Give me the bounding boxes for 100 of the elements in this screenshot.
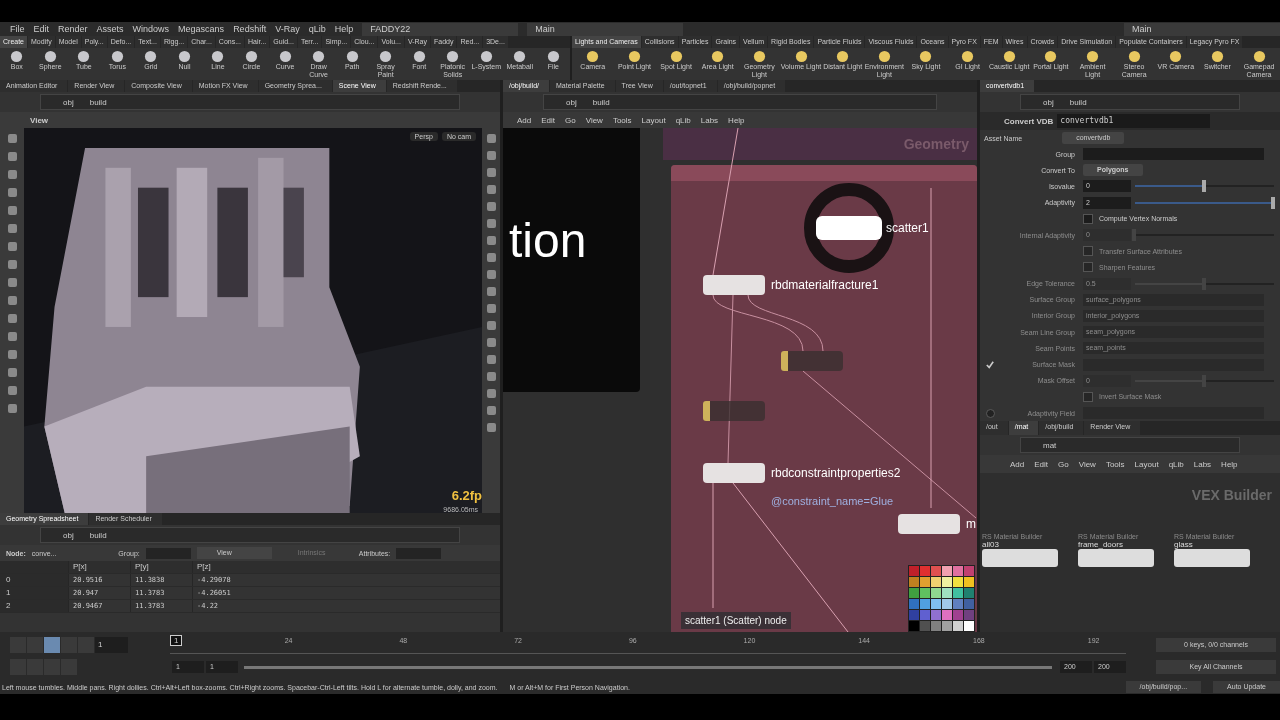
color-swatch[interactable] [942, 599, 952, 609]
menu-item[interactable]: Windows [132, 24, 170, 34]
color-swatch[interactable] [942, 577, 952, 587]
menu-item[interactable]: Redshift [233, 24, 267, 34]
ball-icon[interactable] [412, 50, 426, 63]
menu-item[interactable]: Labs [1193, 459, 1212, 469]
ball-icon[interactable] [669, 50, 683, 63]
menu-item[interactable]: Tools [1105, 459, 1125, 469]
ball-icon[interactable] [711, 50, 725, 63]
color-swatch[interactable] [920, 588, 930, 598]
ball-icon[interactable] [177, 50, 191, 63]
path-field[interactable]: obj build [1020, 94, 1240, 110]
slider-handle[interactable] [1271, 196, 1275, 209]
ball-icon[interactable] [479, 50, 493, 63]
path-field[interactable]: obj build [40, 527, 460, 543]
ball-icon[interactable] [77, 50, 91, 63]
ball-icon[interactable] [10, 50, 24, 63]
color-swatch[interactable] [942, 621, 952, 631]
color-swatch[interactable] [964, 588, 974, 598]
ball-icon[interactable] [1086, 50, 1099, 63]
ball-icon[interactable] [546, 50, 560, 63]
color-swatch[interactable] [942, 566, 952, 576]
node-label[interactable]: all03 [982, 540, 1058, 550]
color-swatch[interactable] [942, 610, 952, 620]
color-swatch[interactable] [964, 610, 974, 620]
ball-icon[interactable] [1252, 50, 1266, 63]
color-swatch[interactable] [920, 566, 930, 576]
node-name-field[interactable]: convertvdb1 [1057, 114, 1211, 128]
node-label[interactable]: rbdconstraintproperties2 [771, 466, 901, 480]
menu-item[interactable]: Labs [700, 115, 719, 125]
ball-icon[interactable] [961, 50, 975, 63]
color-swatch[interactable] [909, 610, 919, 620]
menu-item[interactable]: Help [728, 115, 745, 125]
color-swatch[interactable] [953, 566, 963, 576]
view-menu[interactable]: View [30, 115, 49, 125]
ball-icon[interactable] [312, 50, 326, 63]
node-label[interactable]: scatter1 [886, 221, 929, 235]
color-swatch[interactable] [964, 599, 974, 609]
menu-item[interactable]: Help [334, 24, 354, 34]
color-swatch[interactable] [953, 577, 963, 587]
network-node[interactable] [781, 351, 843, 371]
network-node[interactable] [898, 514, 960, 534]
menu-item[interactable]: Edit [541, 115, 556, 125]
ball-icon[interactable] [627, 50, 641, 63]
column-header[interactable]: P[z] [192, 561, 254, 573]
color-swatch[interactable] [953, 610, 963, 620]
desktop-menu[interactable]: Main [1124, 22, 1280, 36]
node-label[interactable]: m [966, 517, 976, 531]
ball-icon[interactable] [446, 50, 460, 63]
menu-item[interactable]: Edit [33, 24, 50, 34]
menu-item[interactable]: Go [565, 115, 576, 125]
material-node[interactable] [982, 549, 1058, 568]
ball-icon[interactable] [513, 50, 527, 63]
color-swatch[interactable] [953, 588, 963, 598]
menu-item[interactable]: File [10, 24, 25, 34]
color-swatch[interactable] [920, 621, 930, 631]
color-swatch[interactable] [942, 588, 952, 598]
menu-item[interactable]: Layout [641, 115, 666, 125]
color-swatch[interactable] [953, 599, 963, 609]
menu-item[interactable]: Render [58, 24, 88, 34]
node-label[interactable]: glass [1174, 540, 1250, 550]
path-field[interactable]: mat [1020, 437, 1240, 454]
ball-icon[interactable] [379, 50, 393, 63]
color-swatch[interactable] [964, 566, 974, 576]
material-node[interactable] [1078, 549, 1154, 568]
color-swatch[interactable] [953, 621, 963, 631]
menu-item[interactable]: Help [1221, 459, 1238, 469]
ball-icon[interactable] [1044, 50, 1058, 63]
path-field[interactable]: obj build [543, 94, 937, 110]
checkbox[interactable] [1083, 213, 1093, 224]
color-swatch[interactable] [920, 610, 930, 620]
ball-icon[interactable] [877, 50, 891, 63]
column-header[interactable]: P[y] [130, 561, 192, 573]
desktop-menu[interactable]: FADDY22 [362, 22, 519, 36]
menu-item[interactable]: Go [1058, 459, 1069, 469]
ball-icon[interactable] [245, 50, 258, 63]
color-swatch[interactable] [931, 610, 941, 620]
node-label[interactable]: rbdmaterialfracture1 [771, 278, 879, 292]
menu-item[interactable]: View [1078, 459, 1096, 469]
menu-item[interactable]: Edit [1034, 459, 1049, 469]
menu-item[interactable]: Layout [1134, 459, 1159, 469]
color-swatch[interactable] [931, 577, 941, 587]
menu-item[interactable]: Add [1010, 459, 1025, 469]
color-swatch[interactable] [964, 577, 974, 587]
ball-icon[interactable] [144, 50, 158, 63]
menu-item[interactable]: qLib [1168, 459, 1184, 469]
color-swatch[interactable] [909, 588, 919, 598]
ball-icon[interactable] [278, 50, 292, 63]
ball-icon[interactable] [1127, 50, 1141, 63]
material-node[interactable] [1174, 549, 1250, 568]
ball-icon[interactable] [836, 50, 850, 63]
menu-item[interactable]: qLib [308, 24, 326, 34]
node-label[interactable]: frame_doors [1078, 540, 1154, 550]
ball-icon[interactable] [586, 50, 600, 63]
range-slider[interactable] [244, 665, 1052, 669]
color-swatch[interactable] [931, 566, 941, 576]
slider-handle[interactable] [1201, 180, 1206, 193]
color-swatch[interactable] [909, 577, 919, 587]
menu-item[interactable]: qLib [675, 115, 691, 125]
ball-icon[interactable] [1210, 50, 1224, 63]
